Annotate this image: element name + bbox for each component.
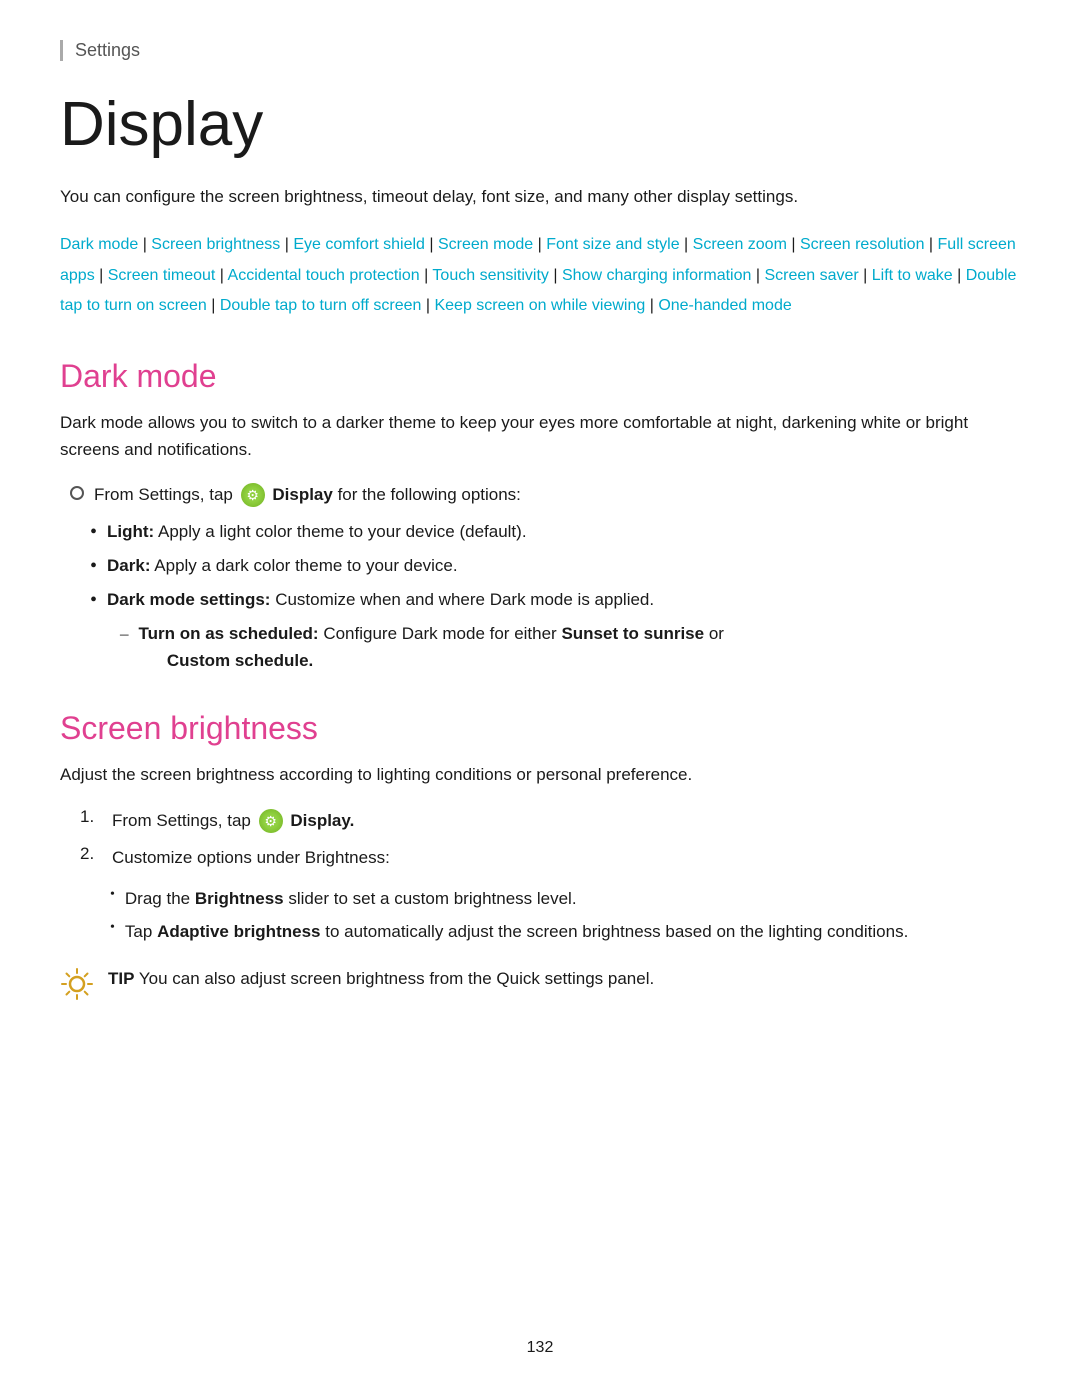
dark-mode-light-text: Light: Apply a light color theme to your…: [107, 518, 527, 545]
dark-mode-section: Dark mode Dark mode allows you to switch…: [60, 358, 1020, 675]
link-screen-saver[interactable]: Screen saver: [764, 267, 858, 284]
link-eye-comfort[interactable]: Eye comfort shield: [293, 236, 425, 253]
dark-mode-step-text: From Settings, tap Display for the follo…: [94, 481, 521, 508]
step-1-num: 1.: [80, 807, 104, 827]
bullet-dot-3: •: [90, 586, 97, 614]
link-lift-to-wake[interactable]: Lift to wake: [872, 267, 953, 284]
brightness-drag-text: Drag the Brightness slider to set a cust…: [125, 885, 577, 912]
tip-text: TIP You can also adjust screen brightnes…: [108, 965, 654, 992]
link-one-handed-mode[interactable]: One-handed mode: [658, 297, 791, 314]
tip-box: TIP You can also adjust screen brightnes…: [60, 965, 1020, 1001]
numbered-list: 1. From Settings, tap Display. 2. Custom…: [80, 807, 1020, 871]
gear-icon-brightness: [259, 809, 283, 833]
link-screen-zoom[interactable]: Screen zoom: [693, 236, 787, 253]
bullet-dot-2: •: [90, 552, 97, 580]
dark-mode-item-light: • Light: Apply a light color theme to yo…: [90, 518, 1020, 546]
link-dark-mode[interactable]: Dark mode: [60, 236, 138, 253]
settings-breadcrumb: Settings: [60, 40, 1020, 61]
dark-mode-desc: Dark mode allows you to switch to a dark…: [60, 409, 1020, 463]
tip-sun-icon: [60, 967, 94, 1001]
link-charging-info[interactable]: Show charging information: [562, 267, 751, 284]
bullet-dot-b1: •: [110, 885, 115, 905]
step-2-num: 2.: [80, 844, 104, 864]
dark-mode-title: Dark mode: [60, 358, 1020, 395]
screen-brightness-title: Screen brightness: [60, 710, 1020, 747]
brightness-item-adaptive: • Tap Adaptive brightness to automatical…: [110, 918, 1020, 945]
screen-brightness-desc: Adjust the screen brightness according t…: [60, 761, 1020, 788]
dark-mode-scheduled: – Turn on as scheduled: Configure Dark m…: [120, 620, 1020, 674]
brightness-adaptive-text: Tap Adaptive brightness to automatically…: [125, 918, 908, 945]
dark-mode-settings-text: Dark mode settings: Customize when and w…: [107, 586, 654, 613]
link-screen-resolution[interactable]: Screen resolution: [800, 236, 925, 253]
link-accidental-touch[interactable]: Accidental touch protection: [228, 267, 420, 284]
link-double-tap-off[interactable]: Double tap to turn off screen: [220, 297, 422, 314]
step-2: 2. Customize options under Brightness:: [80, 844, 1020, 871]
link-screen-mode[interactable]: Screen mode: [438, 236, 533, 253]
bullet-dot-1: •: [90, 518, 97, 546]
step-2-text: Customize options under Brightness:: [112, 844, 390, 871]
dark-mode-item-dark: • Dark: Apply a dark color theme to your…: [90, 552, 1020, 580]
link-font-size[interactable]: Font size and style: [546, 236, 679, 253]
brightness-item-drag: • Drag the Brightness slider to set a cu…: [110, 885, 1020, 912]
step-1-text: From Settings, tap Display.: [112, 807, 354, 834]
dark-mode-from-settings: From Settings, tap Display for the follo…: [70, 481, 1020, 508]
link-keep-screen-on[interactable]: Keep screen on while viewing: [434, 297, 645, 314]
dark-mode-item-settings: • Dark mode settings: Customize when and…: [90, 586, 1020, 614]
link-touch-sensitivity[interactable]: Touch sensitivity: [432, 267, 549, 284]
dark-mode-dark-text: Dark: Apply a dark color theme to your d…: [107, 552, 458, 579]
intro-text: You can configure the screen brightness,…: [60, 183, 1020, 210]
dash-icon: –: [120, 620, 129, 647]
screen-brightness-section: Screen brightness Adjust the screen brig…: [60, 710, 1020, 1001]
link-screen-brightness[interactable]: Screen brightness: [151, 236, 280, 253]
gear-icon-display: [241, 483, 265, 507]
page-number: 132: [0, 1339, 1080, 1357]
step-1: 1. From Settings, tap Display.: [80, 807, 1020, 834]
links-section: Dark mode | Screen brightness | Eye comf…: [60, 230, 1020, 321]
page-title: Display: [60, 91, 1020, 159]
link-screen-timeout[interactable]: Screen timeout: [108, 267, 216, 284]
circle-bullet-icon: [70, 486, 84, 500]
dark-mode-scheduled-text: Turn on as scheduled: Configure Dark mod…: [139, 620, 724, 674]
bullet-dot-b2: •: [110, 918, 115, 938]
